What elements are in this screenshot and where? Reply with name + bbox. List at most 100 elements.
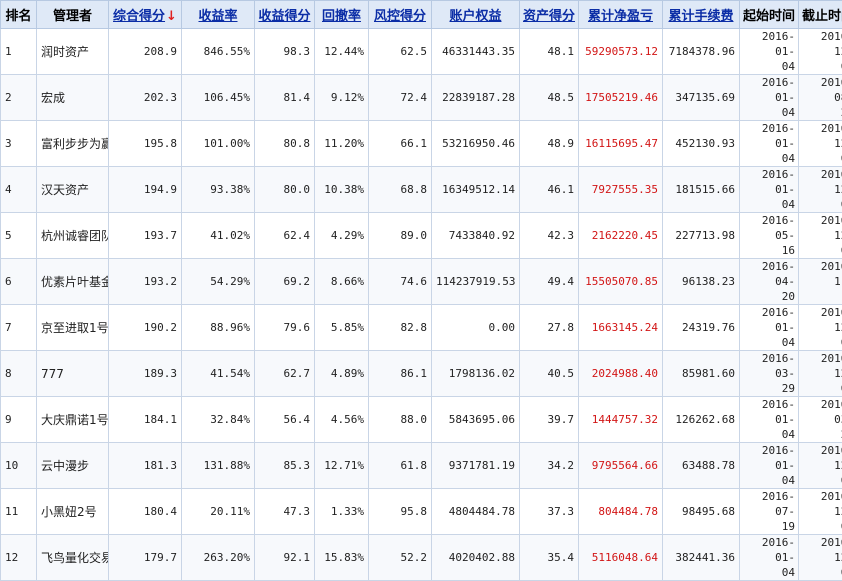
equity-cell: 16349512.14 bbox=[432, 167, 520, 213]
return-score-cell: 79.6 bbox=[255, 305, 315, 351]
date-day: 07 bbox=[802, 59, 842, 74]
start-date-cell: 2016-05-16 bbox=[740, 213, 799, 259]
return-rate-cell: 93.38% bbox=[182, 167, 255, 213]
return-rate-cell: 41.02% bbox=[182, 213, 255, 259]
asset-score-cell: 48.1 bbox=[520, 29, 579, 75]
equity-cell: 53216950.46 bbox=[432, 121, 520, 167]
risk-score-cell: 66.1 bbox=[369, 121, 432, 167]
risk-score-cell: 68.8 bbox=[369, 167, 432, 213]
asset-score-cell: 42.3 bbox=[520, 213, 579, 259]
manager-cell[interactable]: 润时资产 bbox=[37, 29, 109, 75]
return-rate-cell: 846.55% bbox=[182, 29, 255, 75]
table-row: 3富利步步为赢195.8101.00%80.811.20%66.15321695… bbox=[1, 121, 842, 167]
total-score-cell: 190.2 bbox=[109, 305, 182, 351]
start-date-cell: 2016-01-04 bbox=[740, 121, 799, 167]
end-date-cell: 2016-12-07 bbox=[799, 213, 842, 259]
ranking-table: 排名 管理者 综合得分↓ 收益率 收益得分 回撤率 风控得分 账户权益 资产得分… bbox=[0, 0, 842, 581]
end-date-cell: 2016-03-28 bbox=[799, 397, 842, 443]
manager-cell[interactable]: 优素片叶基金 bbox=[37, 259, 109, 305]
risk-score-cell: 72.4 bbox=[369, 75, 432, 121]
end-date-cell: 2016-12-07 bbox=[799, 29, 842, 75]
manager-cell[interactable]: 京至进取1号 bbox=[37, 305, 109, 351]
manager-cell[interactable]: 大庆鼎诺1号 bbox=[37, 397, 109, 443]
date-day: 16 bbox=[743, 243, 795, 258]
sort-header-return-score[interactable]: 收益得分 bbox=[255, 1, 315, 29]
sort-header-drawdown[interactable]: 回撤率 bbox=[315, 1, 369, 29]
sort-header-return-rate[interactable]: 收益率 bbox=[182, 1, 255, 29]
equity-cell: 9371781.19 bbox=[432, 443, 520, 489]
return-score-cell: 80.8 bbox=[255, 121, 315, 167]
drawdown-cell: 8.66% bbox=[315, 259, 369, 305]
sort-header-total-score[interactable]: 综合得分↓ bbox=[109, 1, 182, 29]
start-date-cell: 2016-01-04 bbox=[740, 305, 799, 351]
table-row: 8777189.341.54%62.74.89%86.11798136.0240… bbox=[1, 351, 842, 397]
sort-header-equity[interactable]: 账户权益 bbox=[432, 1, 520, 29]
manager-cell[interactable]: 汉天资产 bbox=[37, 167, 109, 213]
date-day: 17 bbox=[802, 289, 842, 304]
equity-cell: 46331443.35 bbox=[432, 29, 520, 75]
date-day: 29 bbox=[743, 381, 795, 396]
date-day: 04 bbox=[743, 105, 795, 120]
date-year-month: 2016-12- bbox=[802, 167, 842, 197]
net-pnl-cell: 59290573.12 bbox=[579, 29, 663, 75]
return-rate-cell: 41.54% bbox=[182, 351, 255, 397]
risk-score-cell: 82.8 bbox=[369, 305, 432, 351]
date-day: 07 bbox=[802, 335, 842, 350]
date-year-month: 2016-01- bbox=[743, 75, 795, 105]
date-year-month: 2016-12- bbox=[802, 213, 842, 243]
drawdown-cell: 10.38% bbox=[315, 167, 369, 213]
drawdown-cell: 11.20% bbox=[315, 121, 369, 167]
date-day: 07 bbox=[802, 197, 842, 212]
end-date-cell: 2016-12-07 bbox=[799, 305, 842, 351]
header-rank: 排名 bbox=[1, 1, 37, 29]
total-score-cell: 208.9 bbox=[109, 29, 182, 75]
risk-score-cell: 62.5 bbox=[369, 29, 432, 75]
equity-cell: 5843695.06 bbox=[432, 397, 520, 443]
manager-cell[interactable]: 富利步步为赢 bbox=[37, 121, 109, 167]
end-date-cell: 2016-11-17 bbox=[799, 259, 842, 305]
sort-header-risk-score[interactable]: 风控得分 bbox=[369, 1, 432, 29]
equity-cell: 7433840.92 bbox=[432, 213, 520, 259]
start-date-cell: 2016-01-04 bbox=[740, 75, 799, 121]
table-row: 2宏成202.3106.45%81.49.12%72.422839187.284… bbox=[1, 75, 842, 121]
net-pnl-cell: 15505070.85 bbox=[579, 259, 663, 305]
equity-cell: 0.00 bbox=[432, 305, 520, 351]
return-score-cell: 98.3 bbox=[255, 29, 315, 75]
return-score-cell: 47.3 bbox=[255, 489, 315, 535]
date-day: 28 bbox=[802, 427, 842, 442]
return-score-cell: 56.4 bbox=[255, 397, 315, 443]
sort-header-fee[interactable]: 累计手续费 bbox=[663, 1, 740, 29]
net-pnl-cell: 1444757.32 bbox=[579, 397, 663, 443]
date-day: 23 bbox=[802, 105, 842, 120]
manager-cell[interactable]: 杭州诚睿团队 bbox=[37, 213, 109, 259]
date-year-month: 2016-12- bbox=[802, 121, 842, 151]
asset-score-cell: 46.1 bbox=[520, 167, 579, 213]
net-pnl-cell: 2162220.45 bbox=[579, 213, 663, 259]
table-row: 6优素片叶基金193.254.29%69.28.66%74.6114237919… bbox=[1, 259, 842, 305]
sort-header-net-pnl[interactable]: 累计净盈亏 bbox=[579, 1, 663, 29]
manager-cell[interactable]: 小黑妞2号 bbox=[37, 489, 109, 535]
drawdown-cell: 12.71% bbox=[315, 443, 369, 489]
rank-cell: 11 bbox=[1, 489, 37, 535]
start-date-cell: 2016-01-04 bbox=[740, 535, 799, 581]
header-row: 排名 管理者 综合得分↓ 收益率 收益得分 回撤率 风控得分 账户权益 资产得分… bbox=[1, 1, 842, 29]
net-pnl-cell: 804484.78 bbox=[579, 489, 663, 535]
manager-cell[interactable]: 宏成 bbox=[37, 75, 109, 121]
date-year-month: 2016-12- bbox=[802, 305, 842, 335]
return-score-cell: 69.2 bbox=[255, 259, 315, 305]
manager-cell[interactable]: 飞鸟量化交易 bbox=[37, 535, 109, 581]
manager-cell[interactable]: 云中漫步 bbox=[37, 443, 109, 489]
risk-score-cell: 95.8 bbox=[369, 489, 432, 535]
return-score-cell: 92.1 bbox=[255, 535, 315, 581]
risk-score-cell: 88.0 bbox=[369, 397, 432, 443]
net-pnl-cell: 17505219.46 bbox=[579, 75, 663, 121]
date-day: 04 bbox=[743, 335, 795, 350]
drawdown-cell: 15.83% bbox=[315, 535, 369, 581]
risk-score-cell: 86.1 bbox=[369, 351, 432, 397]
start-date-cell: 2016-03-29 bbox=[740, 351, 799, 397]
date-year-month: 2016-05- bbox=[743, 213, 795, 243]
equity-cell: 22839187.28 bbox=[432, 75, 520, 121]
sort-header-asset-score[interactable]: 资产得分 bbox=[520, 1, 579, 29]
total-score-cell: 189.3 bbox=[109, 351, 182, 397]
manager-cell[interactable]: 777 bbox=[37, 351, 109, 397]
